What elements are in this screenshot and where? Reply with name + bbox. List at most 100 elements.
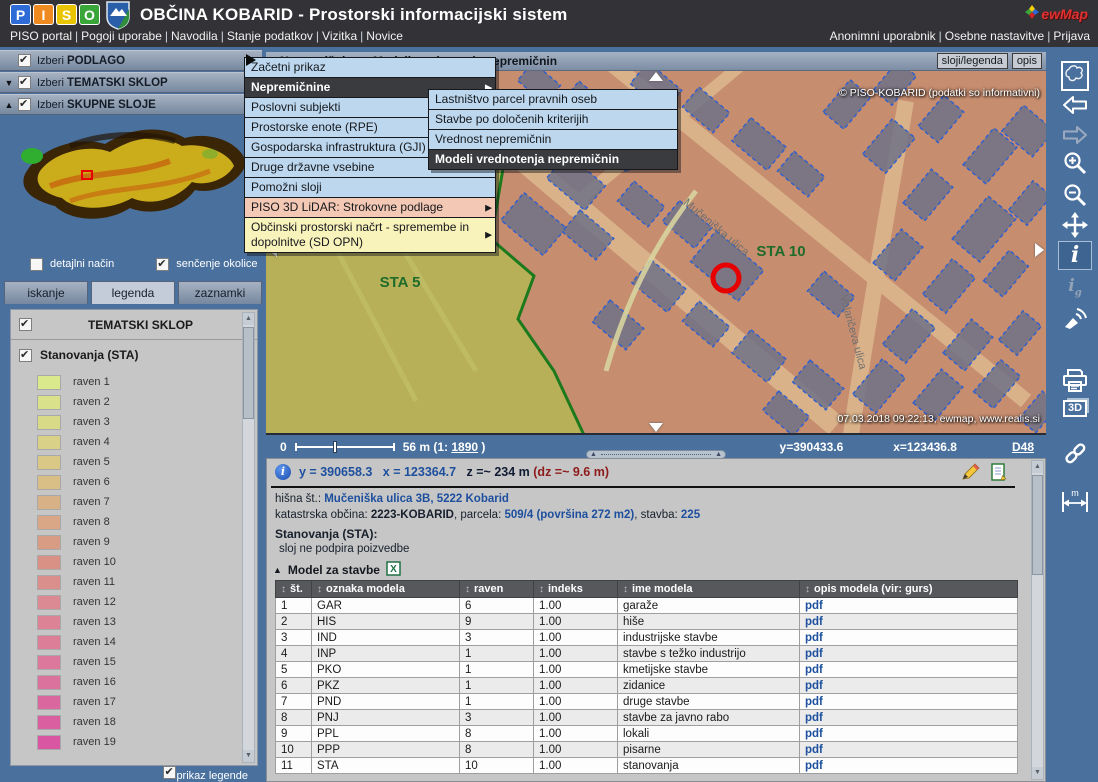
collapse-arrow-icon[interactable]: ▲ bbox=[273, 565, 282, 575]
column-header-st[interactable]: ↕št. bbox=[276, 581, 312, 598]
nav-osebne-nastavitve[interactable]: Osebne nastavitve bbox=[945, 29, 1044, 43]
checkbox-prikaz-legende[interactable] bbox=[163, 766, 176, 779]
pdf-link[interactable]: pdf bbox=[805, 760, 823, 772]
nav-prijava[interactable]: Prijava bbox=[1053, 29, 1090, 43]
pdf-link[interactable]: pdf bbox=[805, 744, 823, 756]
sidebar-toggle-arrow[interactable] bbox=[246, 54, 256, 66]
parcel-link[interactable]: 509/4 (površina 272 m2) bbox=[504, 509, 634, 521]
pan-tool[interactable] bbox=[1052, 212, 1098, 240]
sidebar-group-skupne-sloje[interactable]: ▲Izberi SKUPNE SLOJE bbox=[0, 94, 262, 115]
menu-item-pomozni-sloji[interactable]: Pomožni sloji bbox=[245, 178, 495, 198]
sidebar-group-tematski-sklop[interactable]: ▼Izberi TEMATSKI SKLOP bbox=[0, 72, 262, 93]
forward-icon bbox=[1062, 124, 1088, 146]
full-extent-tool[interactable] bbox=[1052, 60, 1098, 94]
checkbox-sencenje-okolice[interactable] bbox=[156, 258, 169, 271]
scroll-down-icon[interactable]: ▼ bbox=[243, 750, 254, 762]
nav-stanje-podatkov[interactable]: Stanje podatkov bbox=[227, 29, 313, 43]
menu-item-stavbe-po-dolocenih-kriterijih[interactable]: Stavbe po določenih kriterijih bbox=[429, 110, 677, 130]
expand-arrow-icon[interactable]: ▼ bbox=[0, 78, 18, 88]
menu-item-piso-3d-lidar-strokovne-podlage[interactable]: PISO 3D LiDAR: Strokovne podlage▶ bbox=[245, 198, 495, 218]
nav-vizitka[interactable]: Vizitka bbox=[322, 29, 357, 43]
zoom-out-tool[interactable] bbox=[1052, 182, 1098, 210]
layers-legend-button[interactable]: sloji/legenda bbox=[937, 53, 1008, 69]
legend-item: raven 17 bbox=[11, 692, 257, 712]
identify-tool[interactable]: i bbox=[1059, 242, 1091, 269]
nav-pogoji-uporabe[interactable]: Pogoji uporabe bbox=[81, 29, 162, 43]
gps-tool[interactable] bbox=[1052, 306, 1098, 334]
cell: 1 bbox=[276, 598, 312, 614]
checkbox-skupne-sloje[interactable] bbox=[18, 98, 31, 111]
legend-scrollbar[interactable]: ▲ ▼ bbox=[242, 312, 255, 763]
menu-item-vrednost-nepremicnin[interactable]: Vrednost nepremičnin bbox=[429, 130, 677, 150]
zoom-slider[interactable] bbox=[295, 441, 395, 453]
municipality-overview-thumbnail[interactable] bbox=[10, 116, 252, 241]
pdf-link[interactable]: pdf bbox=[805, 728, 823, 740]
checkbox-podlago[interactable] bbox=[18, 54, 31, 67]
table-section-header[interactable]: ▲ Model za stavbe X bbox=[273, 561, 401, 579]
stanovanja-checkbox[interactable] bbox=[19, 349, 32, 362]
cell: pdf bbox=[800, 742, 1018, 758]
legend-item: raven 14 bbox=[11, 632, 257, 652]
legend-scrollbar-thumb[interactable] bbox=[243, 327, 254, 419]
history-back-tool[interactable] bbox=[1052, 94, 1098, 118]
checkbox-detajlni-nacin[interactable] bbox=[30, 258, 43, 271]
column-header-oznaka-modela[interactable]: ↕oznaka modela bbox=[312, 581, 460, 598]
pdf-link[interactable]: pdf bbox=[805, 696, 823, 708]
building-link[interactable]: 225 bbox=[681, 509, 700, 521]
description-button[interactable]: opis bbox=[1012, 53, 1042, 69]
pdf-link[interactable]: pdf bbox=[805, 648, 823, 660]
ewmap-diamond-icon bbox=[1025, 5, 1039, 22]
zoom-slider-handle[interactable] bbox=[333, 441, 337, 453]
scale-ratio-link[interactable]: 1890 bbox=[451, 440, 478, 454]
column-header-opis-modela-vir-gurs[interactable]: ↕opis modela (vir: gurs) bbox=[800, 581, 1018, 598]
column-header-indeks[interactable]: ↕indeks bbox=[534, 581, 618, 598]
pan-north-icon[interactable] bbox=[649, 72, 663, 81]
column-header-raven[interactable]: ↕raven bbox=[460, 581, 534, 598]
view-3d-tool[interactable]: 3D bbox=[1052, 400, 1098, 417]
tematski-sklop-checkbox[interactable] bbox=[19, 318, 32, 331]
nav-novice[interactable]: Novice bbox=[366, 29, 403, 43]
print-tool[interactable] bbox=[1052, 368, 1098, 396]
scroll-up-icon[interactable]: ▲ bbox=[1032, 461, 1043, 473]
pdf-link[interactable]: pdf bbox=[805, 712, 823, 724]
menu-item-zacetni-prikaz[interactable]: Začetni prikaz bbox=[245, 58, 495, 78]
column-header-ime-modela[interactable]: ↕ime modela bbox=[618, 581, 800, 598]
nav-navodila[interactable]: Navodila bbox=[171, 29, 218, 43]
nav-piso-portal[interactable]: PISO portal bbox=[10, 29, 72, 43]
pan-south-icon[interactable] bbox=[649, 423, 663, 432]
pdf-link[interactable]: pdf bbox=[805, 664, 823, 676]
menu-item-modeli-vrednotenja-nepremicnin[interactable]: Modeli vrednotenja nepremičnin bbox=[429, 150, 677, 169]
measure-tool[interactable]: m bbox=[1052, 488, 1098, 516]
expand-arrow-icon[interactable]: ▲ bbox=[0, 100, 18, 110]
sidebar-group-podlago[interactable]: Izberi PODLAGO bbox=[0, 50, 262, 71]
pan-east-icon[interactable] bbox=[1035, 243, 1044, 257]
pdf-link[interactable]: pdf bbox=[805, 600, 823, 612]
legend-item-label: raven 7 bbox=[73, 496, 110, 508]
cell: 5 bbox=[276, 662, 312, 678]
edit-pencil-icon[interactable] bbox=[961, 463, 981, 484]
datum-link[interactable]: D48 bbox=[1012, 440, 1034, 454]
identify-gurs-tool[interactable]: ig bbox=[1052, 278, 1098, 298]
menu-item-obcinski-prostorski-nacrt-spremembe-in-dopolnitve-sd-opn[interactable]: Občinski prostorski načrt - spremembe in… bbox=[245, 218, 495, 252]
tab-iskanje[interactable]: iskanje bbox=[4, 281, 88, 304]
info-scrollbar[interactable]: ▲ ▼ bbox=[1031, 460, 1044, 780]
nav-anonimni-uporabnik[interactable]: Anonimni uporabnik bbox=[830, 29, 936, 43]
permalink-tool[interactable] bbox=[1052, 440, 1098, 468]
checkbox-tematski-sklop[interactable] bbox=[18, 76, 31, 89]
pdf-link[interactable]: pdf bbox=[805, 632, 823, 644]
history-forward-tool[interactable] bbox=[1052, 124, 1098, 148]
info-scrollbar-thumb[interactable] bbox=[1032, 475, 1043, 575]
scroll-up-icon[interactable]: ▲ bbox=[243, 313, 254, 325]
excel-export-icon[interactable]: X bbox=[386, 561, 401, 579]
pdf-link[interactable]: pdf bbox=[805, 680, 823, 692]
scroll-down-icon[interactable]: ▼ bbox=[1032, 767, 1043, 779]
zoom-in-tool[interactable] bbox=[1052, 150, 1098, 178]
report-notes-icon[interactable] bbox=[989, 463, 1009, 484]
pdf-link[interactable]: pdf bbox=[805, 616, 823, 628]
cell: 9 bbox=[460, 614, 534, 630]
tab-zaznamki[interactable]: zaznamki bbox=[178, 281, 262, 304]
menu-item-lastnistvo-parcel-pravnih-oseb[interactable]: Lastništvo parcel pravnih oseb bbox=[429, 90, 677, 110]
address-value[interactable]: Mučeniška ulica 3B, 5222 Kobarid bbox=[324, 493, 509, 505]
table-row: 4INP11.00stavbe s težko industrijopdf bbox=[276, 646, 1018, 662]
tab-legenda[interactable]: legenda bbox=[91, 281, 175, 304]
